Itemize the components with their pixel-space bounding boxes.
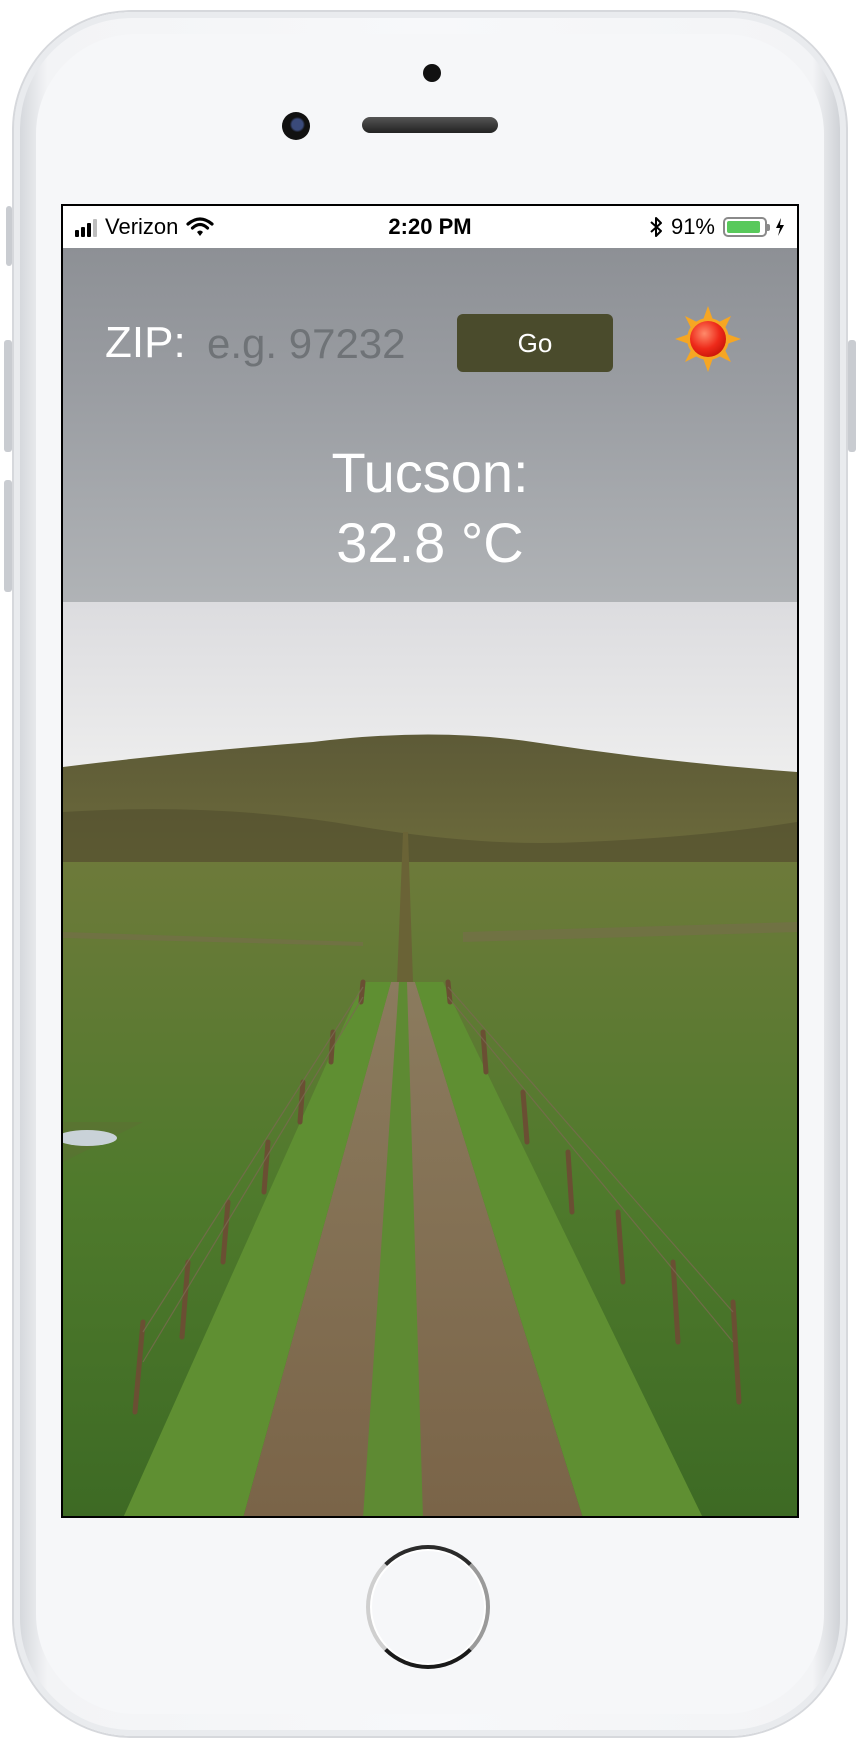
status-bar: Verizon 2:20 PM 91% [63, 206, 797, 248]
city-name: Tucson: [331, 441, 529, 504]
mute-switch [6, 206, 12, 266]
status-right: 91% [649, 214, 785, 240]
sun-icon [675, 306, 741, 372]
phone-screen: Verizon 2:20 PM 91% ZIP: e.g. 97232 Go T… [61, 204, 799, 1518]
temperature-value: 32.8 °C [336, 511, 524, 574]
bluetooth-icon [650, 217, 662, 237]
go-button[interactable]: Go [457, 314, 613, 372]
landscape-background-image [63, 602, 797, 1516]
zip-label: ZIP: [105, 318, 186, 367]
earpiece-speaker [362, 117, 498, 133]
volume-up-button [4, 340, 12, 452]
battery-icon [723, 217, 770, 237]
power-button [848, 340, 856, 452]
weather-app: ZIP: Go [63, 248, 797, 1516]
volume-down-button [4, 480, 12, 592]
front-sensor [423, 64, 441, 82]
zip-input[interactable] [207, 316, 427, 372]
battery-level-fill [727, 221, 760, 233]
charging-icon [776, 218, 784, 236]
battery-percent: 91% [670, 214, 715, 239]
home-button[interactable] [366, 1545, 490, 1669]
weather-header-panel: ZIP: Go [63, 248, 797, 602]
front-camera [282, 112, 310, 140]
